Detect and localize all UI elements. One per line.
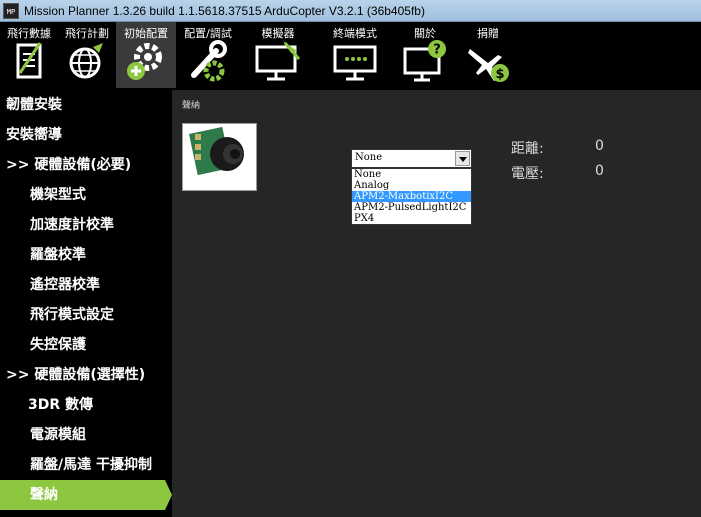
sidebar-item-label: >> 硬體設備(選擇性) bbox=[6, 367, 146, 383]
voltage-value: 0 bbox=[595, 163, 604, 179]
sidebar-item-label: 羅盤/馬達 干擾抑制 bbox=[30, 457, 152, 473]
sidebar-item-label: 安裝嚮導 bbox=[6, 127, 62, 143]
sonar-type-select[interactable]: None bbox=[351, 149, 472, 168]
sidebar-item-radio-calibration[interactable]: 遙控器校準 bbox=[0, 270, 165, 300]
voltage-label: 電壓: bbox=[511, 166, 544, 182]
sidebar-item-mandatory-hardware[interactable]: >> 硬體設備(必要) bbox=[0, 150, 165, 180]
menu-simulation[interactable]: 模擬器 bbox=[240, 22, 316, 88]
sidebar-item-sonar[interactable]: 聲納 bbox=[0, 480, 172, 510]
help-icon: ? bbox=[403, 40, 446, 82]
sidebar-item-optional-hardware[interactable]: >> 硬體設備(選擇性) bbox=[0, 360, 165, 390]
dropdown-option-none[interactable]: None bbox=[352, 169, 471, 180]
section-title: 聲納 bbox=[182, 101, 201, 111]
dropdown-option-analog[interactable]: Analog bbox=[352, 180, 471, 191]
sidebar-item-flight-modes[interactable]: 飛行模式設定 bbox=[0, 300, 165, 330]
simulation-icon bbox=[255, 41, 301, 81]
flight-plan-icon bbox=[69, 43, 103, 79]
menu-initial-setup[interactable]: 初始配置 bbox=[116, 22, 176, 88]
sidebar-item-label: 羅盤校準 bbox=[30, 247, 86, 263]
terminal-icon bbox=[333, 45, 377, 81]
sonar-sensor-icon bbox=[189, 126, 244, 176]
active-indicator-arrow bbox=[165, 480, 172, 510]
sonar-type-value: None bbox=[355, 152, 383, 163]
sidebar-item-power-module[interactable]: 電源模組 bbox=[0, 420, 165, 450]
sonar-type-dropdown-list: None Analog APM2-MaxbotixI2C APM2-Pulsed… bbox=[351, 168, 472, 225]
menu-terminal[interactable]: 終端模式 bbox=[316, 22, 394, 88]
menu-help[interactable]: 關於 ? bbox=[394, 22, 456, 88]
sidebar-item-failsafe[interactable]: 失控保護 bbox=[0, 330, 165, 360]
config-tuning-icon bbox=[191, 40, 227, 82]
sonar-config-panel: 聲納 None None Analog APM2-MaxbotixI2C APM… bbox=[172, 90, 701, 517]
sidebar-item-compassmot[interactable]: 羅盤/馬達 干擾抑制 bbox=[0, 450, 165, 480]
chevron-down-icon[interactable] bbox=[455, 151, 470, 166]
sidebar-item-label: 電源模組 bbox=[30, 427, 86, 443]
distance-value: 0 bbox=[595, 138, 604, 154]
sidebar-item-compass[interactable]: 羅盤校準 bbox=[0, 240, 165, 270]
sidebar-item-accel-calibration[interactable]: 加速度計校準 bbox=[0, 210, 165, 240]
dropdown-option-apm2-pulsedlight[interactable]: APM2-PulsedLightI2C bbox=[352, 202, 471, 213]
distance-label: 距離: bbox=[511, 141, 544, 157]
svg-text:?: ? bbox=[433, 43, 441, 58]
title-bar: MP Mission Planner 1.3.26 build 1.1.5618… bbox=[0, 0, 701, 22]
menu-config-tuning[interactable]: 配置/調試 bbox=[176, 22, 240, 88]
setup-sidebar: 韌體安裝 安裝嚮導 >> 硬體設備(必要) 機架型式 加速度計校準 羅盤校準 遙… bbox=[0, 90, 172, 517]
dropdown-option-apm2-maxbotix[interactable]: APM2-MaxbotixI2C bbox=[352, 191, 471, 202]
app-logo-icon: MP bbox=[3, 2, 19, 19]
main-menu-bar: 飛行數據 飛行計劃 初始配置 配置/調試 模擬器 終端模式 關於 ? 捐贈 $ bbox=[0, 22, 701, 90]
sidebar-item-label: 遙控器校準 bbox=[30, 277, 100, 293]
donate-icon: $ bbox=[468, 49, 509, 82]
sidebar-item-label: 飛行模式設定 bbox=[30, 307, 114, 323]
sidebar-item-label: 韌體安裝 bbox=[6, 97, 62, 113]
sidebar-item-label: 失控保護 bbox=[30, 337, 86, 353]
menu-flight-plan[interactable]: 飛行計劃 bbox=[58, 22, 116, 88]
sidebar-item-wizard[interactable]: 安裝嚮導 bbox=[0, 120, 165, 150]
sidebar-item-firmware-install[interactable]: 韌體安裝 bbox=[0, 90, 165, 120]
sidebar-item-3dr-radio[interactable]: 3DR 數傳 bbox=[0, 390, 165, 420]
mission-planner-window: MP Mission Planner 1.3.26 build 1.1.5618… bbox=[0, 0, 701, 517]
sidebar-item-label: >> 硬體設備(必要) bbox=[6, 157, 132, 173]
sidebar-item-label: 加速度計校準 bbox=[30, 217, 114, 233]
initial-setup-icon bbox=[127, 43, 162, 80]
window-title: Mission Planner 1.3.26 build 1.1.5618.37… bbox=[24, 3, 425, 18]
menu-donate[interactable]: 捐贈 $ bbox=[456, 22, 520, 88]
menu-flight-data[interactable]: 飛行數據 bbox=[0, 22, 58, 88]
dropdown-option-px4[interactable]: PX4 bbox=[352, 213, 471, 224]
sonar-sensor-image bbox=[182, 123, 257, 191]
sidebar-item-label: 聲納 bbox=[30, 487, 58, 503]
flight-data-icon bbox=[16, 42, 42, 79]
sidebar-item-label: 機架型式 bbox=[30, 187, 86, 203]
svg-text:$: $ bbox=[495, 67, 504, 82]
sidebar-item-frame-type[interactable]: 機架型式 bbox=[0, 180, 165, 210]
sidebar-item-label: 3DR 數傳 bbox=[28, 397, 94, 413]
